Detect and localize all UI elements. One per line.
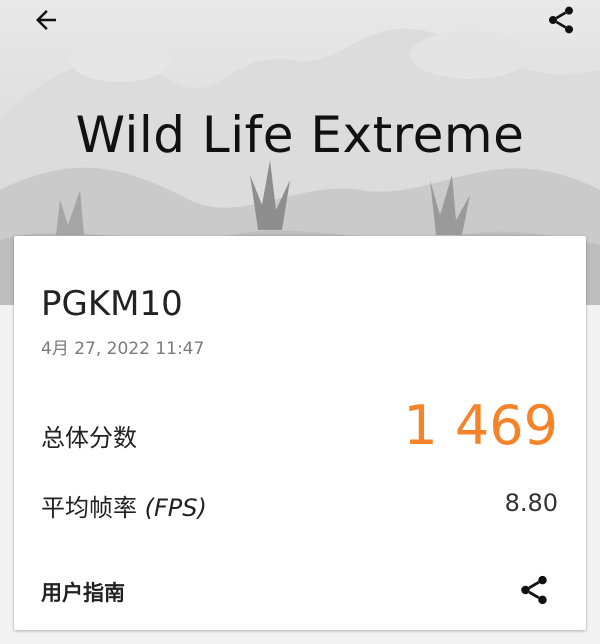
share-icon	[549, 6, 573, 34]
average-fps-value: 8.80	[504, 489, 558, 517]
average-fps-label-cn: 平均帧率	[41, 494, 145, 522]
user-guide-link[interactable]: 用户指南	[41, 577, 125, 607]
overall-score-value: 1 469	[403, 394, 558, 457]
back-button[interactable]	[22, 0, 70, 40]
device-name: PGKM10	[41, 284, 183, 324]
test-date: 4月 27, 2022 11:47	[41, 339, 205, 359]
benchmark-title: Wild Life Extreme	[75, 106, 525, 164]
arrow-left-icon	[36, 10, 56, 30]
share-result-button[interactable]	[514, 570, 554, 610]
result-card: PGKM10 4月 27, 2022 11:47 总体分数 1 469 平均帧率…	[14, 236, 586, 630]
average-fps-label-en: (FPS)	[144, 494, 207, 522]
share-icon	[521, 575, 547, 605]
share-button[interactable]	[537, 0, 585, 40]
overall-score-label: 总体分数	[41, 424, 137, 452]
average-fps-label: 平均帧率 (FPS)	[41, 488, 207, 523]
